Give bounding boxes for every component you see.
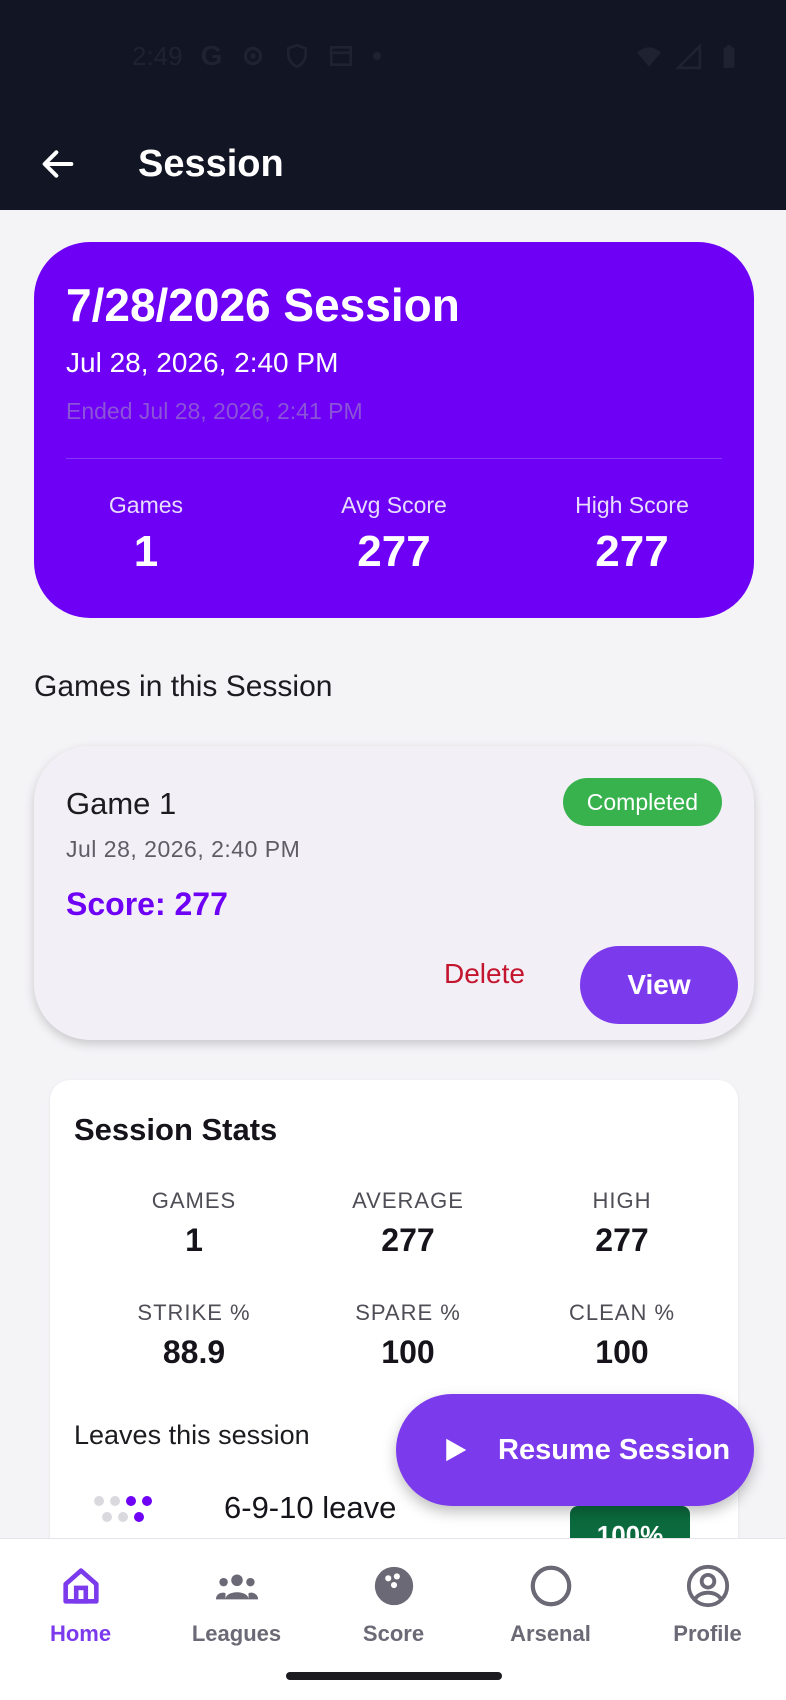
stats-title: Session Stats (74, 1112, 278, 1147)
status-bar: 2:49 G (0, 0, 786, 118)
stat-average: AVERAGE 277 (308, 1188, 508, 1259)
delete-button[interactable]: Delete (444, 958, 525, 990)
stat-label: Avg Score (341, 492, 447, 518)
status-right (636, 44, 742, 70)
back-button[interactable] (30, 136, 86, 192)
stat-value: 277 (357, 527, 431, 576)
resume-session-button[interactable]: Resume Session (396, 1394, 754, 1506)
home-icon (62, 1568, 99, 1604)
page-title: Session (138, 143, 284, 185)
nav-label: Score (362, 1621, 425, 1646)
play-icon (446, 1438, 467, 1462)
hero-stat-games: Games 1 (46, 492, 246, 577)
status-time: 2:49 (132, 40, 183, 71)
stat-strike: STRIKE % 88.9 (94, 1300, 294, 1371)
stat-value: 88.9 (162, 1334, 226, 1370)
stat-spare: SPARE % 100 (308, 1300, 508, 1371)
stat-label: CLEAN % (568, 1300, 676, 1325)
stat-label: SPARE % (355, 1300, 461, 1325)
group-icon (215, 1574, 258, 1600)
stat-value: 100 (381, 1334, 435, 1370)
nav-score[interactable]: Score (315, 1563, 472, 1647)
google-icon: G (200, 40, 223, 71)
stat-value: 277 (595, 527, 669, 576)
stat-label: STRIKE % (137, 1300, 251, 1325)
signal-icon (676, 44, 702, 70)
battery-icon (723, 45, 735, 68)
session-title: 7/28/2026 Session (66, 279, 460, 331)
settings-icon (244, 46, 263, 66)
status-badge: Completed (562, 778, 722, 826)
stat-value: 277 (381, 1222, 435, 1258)
stat-value: 277 (595, 1222, 649, 1258)
hero-stat-high: High Score 277 (532, 492, 732, 577)
stat-clean: CLEAN % 100 (522, 1300, 722, 1371)
divider (66, 458, 722, 459)
view-button[interactable]: View (580, 946, 738, 1024)
stat-value: 1 (185, 1222, 203, 1258)
nav-label: Profile (673, 1621, 742, 1646)
stat-high: HIGH 277 (522, 1188, 722, 1259)
home-indicator[interactable] (286, 1672, 502, 1680)
nav-home[interactable]: Home (2, 1563, 159, 1647)
nav-profile[interactable]: Profile (629, 1563, 786, 1647)
leaves-heading: Leaves this session (74, 1420, 310, 1450)
nav-leagues[interactable]: Leagues (158, 1563, 315, 1647)
stat-label: GAMES (151, 1188, 237, 1213)
arrow-back-icon (42, 150, 74, 178)
window-icon (330, 45, 353, 67)
stat-games: GAMES 1 (94, 1188, 294, 1259)
nav-label: Home (49, 1621, 112, 1646)
circle-icon (530, 1565, 571, 1607)
game-score: Score: 277 (66, 886, 228, 922)
shield-icon (287, 43, 308, 69)
nav-label: Arsenal (510, 1621, 591, 1646)
leave-row: 6-9-10 leave (94, 1488, 396, 1528)
nav-arsenal[interactable]: Arsenal (472, 1563, 629, 1647)
hero-stat-avg: Avg Score 277 (294, 492, 494, 577)
session-ended: Ended Jul 28, 2026, 2:41 PM (66, 398, 363, 424)
stat-label: AVERAGE (352, 1188, 464, 1213)
nav-label: Leagues (191, 1621, 282, 1646)
leave-label: 6-9-10 leave (224, 1490, 397, 1525)
game-date: Jul 28, 2026, 2:40 PM (66, 836, 301, 862)
stat-value: 100 (595, 1334, 649, 1370)
status-left: 2:49 G (132, 40, 382, 72)
session-summary-card: 7/28/2026 Session Jul 28, 2026, 2:40 PM … (34, 242, 754, 618)
stat-value: 1 (133, 527, 159, 576)
stat-label: Games (108, 492, 184, 518)
dot-icon (373, 52, 382, 60)
fab-label: Resume Session (498, 1433, 731, 1466)
account-circle-icon (686, 1564, 729, 1608)
game-title: Game 1 (66, 786, 177, 821)
app-bar: Session (0, 118, 786, 210)
stat-label: High Score (575, 492, 689, 518)
bowling-ball-icon (374, 1566, 413, 1606)
session-date: Jul 28, 2026, 2:40 PM (66, 347, 339, 378)
stat-label: HIGH (592, 1188, 652, 1213)
game-card[interactable]: Game 1 Completed Jul 28, 2026, 2:40 PM S… (34, 746, 754, 1040)
pin-diagram-icon (94, 1488, 174, 1528)
games-section-heading: Games in this Session (34, 670, 333, 703)
wifi-icon (637, 47, 661, 67)
